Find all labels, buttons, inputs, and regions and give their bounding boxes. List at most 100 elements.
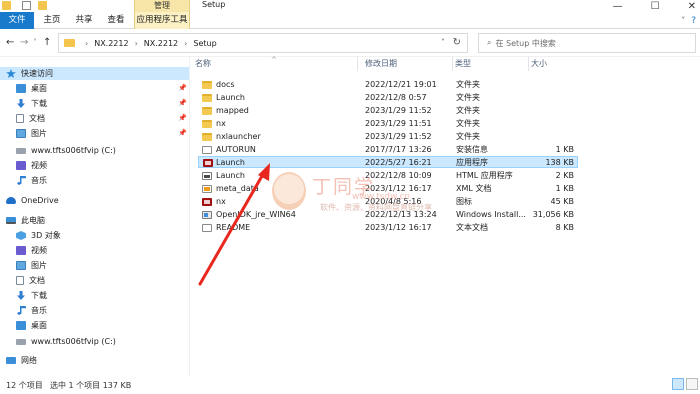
- file-row[interactable]: Launch 2022/12/8 0:57 文件夹: [198, 92, 578, 104]
- navigation-bar: ← → ˅ ↑ › NX.2212 › NX.2212 › Setup ˅ ↻ …: [0, 29, 700, 57]
- context-tab-manage[interactable]: 管理: [134, 0, 190, 12]
- sidebar-item-drive-c[interactable]: www.tfts006tfvip (C:): [16, 144, 116, 157]
- ribbon-right-controls: ˅ ?: [681, 12, 696, 29]
- file-name: nx: [216, 119, 226, 128]
- sidebar-item-music[interactable]: 音乐: [16, 174, 47, 187]
- maximize-icon[interactable]: ☐: [651, 1, 660, 12]
- network-icon: [6, 357, 16, 364]
- hta-icon: [202, 172, 212, 180]
- sidebar-item-documents[interactable]: 文档: [16, 112, 45, 125]
- file-name: AUTORUN: [216, 145, 256, 154]
- file-size: 8 KB: [555, 223, 574, 232]
- sidebar-item-desktop[interactable]: 桌面: [16, 82, 47, 95]
- column-header-type[interactable]: 类型: [453, 57, 529, 71]
- file-type: HTML 应用程序: [456, 171, 513, 180]
- file-row[interactable]: nxlauncher 2023/1/29 11:52 文件夹: [198, 131, 578, 143]
- file-type: 应用程序: [456, 158, 488, 167]
- file-row[interactable]: nx 2023/1/29 11:51 文件夹: [198, 118, 578, 130]
- tab-home[interactable]: 主页: [38, 12, 66, 29]
- sidebar-item-desktop[interactable]: 桌面: [16, 319, 47, 332]
- pin-icon[interactable]: 📌: [178, 99, 187, 107]
- music-icon: [17, 306, 26, 315]
- search-box[interactable]: ⌕ 在 Setup 中搜索: [478, 33, 696, 53]
- file-row[interactable]: AUTORUN 2017/7/17 13:26 安装信息 1 KB: [198, 144, 578, 156]
- details-view-icon[interactable]: [672, 378, 684, 390]
- breadcrumb-separator-icon[interactable]: ›: [85, 39, 88, 48]
- sidebar-item-label: 音乐: [31, 306, 47, 315]
- tab-share[interactable]: 共享: [70, 12, 98, 29]
- sidebar-item-downloads[interactable]: 下载: [16, 97, 47, 110]
- file-name: docs: [216, 80, 235, 89]
- sidebar-item-pictures[interactable]: 图片: [16, 259, 47, 272]
- download-icon: [17, 291, 25, 300]
- sidebar-item-downloads[interactable]: 下载: [16, 289, 47, 302]
- file-row[interactable]: docs 2022/12/21 19:01 文件夹: [198, 79, 578, 91]
- file-name: README: [216, 223, 251, 232]
- breadcrumb-item[interactable]: Setup: [193, 39, 216, 48]
- setup-info-icon: [202, 146, 212, 154]
- file-row-selected[interactable]: Launch 2022/5/27 16:21 应用程序 138 KB: [198, 156, 578, 168]
- minimize-icon[interactable]: —: [613, 1, 623, 12]
- file-size: 31,056 KB: [532, 210, 574, 219]
- new-folder-icon[interactable]: [38, 1, 47, 10]
- recent-locations-icon[interactable]: ˅: [33, 37, 37, 49]
- file-row[interactable]: README 2023/1/12 16:17 文本文档 8 KB: [198, 222, 578, 234]
- file-row[interactable]: meta_data 2023/1/12 16:17 XML 文档 1 KB: [198, 183, 578, 195]
- file-row[interactable]: mapped 2023/1/29 11:52 文件夹: [198, 105, 578, 117]
- view-switcher: [672, 378, 698, 390]
- column-header-size[interactable]: 大小: [529, 57, 575, 71]
- sidebar-item-music[interactable]: 音乐: [16, 304, 47, 317]
- sidebar-item-this-pc[interactable]: 此电脑: [6, 214, 45, 227]
- sidebar-item-label: 下载: [31, 291, 47, 300]
- file-modified: 2022/5/27 16:21: [365, 158, 432, 167]
- search-icon: ⌕: [487, 38, 492, 47]
- help-icon[interactable]: ?: [691, 16, 696, 26]
- sidebar-item-quick-access[interactable]: 快速访问: [0, 67, 189, 80]
- file-modified: 2023/1/29 11:52: [365, 132, 432, 141]
- sidebar-item-3d-objects[interactable]: 3D 对象: [16, 229, 61, 242]
- properties-icon[interactable]: [22, 1, 31, 10]
- nx-app-icon: [203, 159, 213, 167]
- ribbon-expand-icon[interactable]: ˅: [681, 16, 685, 25]
- folder-icon: [202, 81, 212, 89]
- breadcrumb-separator-icon[interactable]: ›: [184, 39, 187, 48]
- tab-file[interactable]: 文件: [0, 12, 34, 29]
- back-icon[interactable]: ←: [6, 37, 14, 49]
- pin-icon[interactable]: 📌: [178, 129, 187, 137]
- sidebar-item-videos[interactable]: 视频: [16, 159, 47, 172]
- large-icons-view-icon[interactable]: [686, 378, 698, 390]
- tab-application-tools[interactable]: 应用程序工具: [134, 12, 190, 29]
- close-icon[interactable]: ✕: [688, 1, 696, 12]
- address-bar[interactable]: › NX.2212 › NX.2212 › Setup ˅ ↻: [58, 33, 468, 53]
- search-input[interactable]: 在 Setup 中搜索: [495, 38, 555, 49]
- sidebar-item-network[interactable]: 网络: [6, 354, 37, 367]
- pin-icon[interactable]: 📌: [178, 114, 187, 122]
- up-icon[interactable]: ↑: [43, 37, 51, 49]
- column-header-modified[interactable]: 修改日期: [363, 57, 453, 71]
- tab-view[interactable]: 查看: [102, 12, 130, 29]
- sidebar-item-label: 文档: [29, 276, 45, 285]
- sidebar-item-drive-c[interactable]: www.tfts006tfvip (C:): [16, 335, 116, 348]
- desktop-icon: [16, 84, 26, 93]
- breadcrumb-item[interactable]: NX.2212: [94, 39, 128, 48]
- download-icon: [17, 99, 25, 108]
- breadcrumb-item[interactable]: NX.2212: [144, 39, 178, 48]
- forward-icon[interactable]: →: [20, 37, 28, 49]
- folder-icon: [202, 120, 212, 128]
- sidebar-item-pictures[interactable]: 图片: [16, 127, 47, 140]
- sidebar-item-label: 视频: [31, 246, 47, 255]
- column-header-name[interactable]: 名称: [193, 57, 358, 71]
- sidebar-item-videos[interactable]: 视频: [16, 244, 47, 257]
- file-row[interactable]: OpenJDK_jre_WIN64 2022/12/13 13:24 Windo…: [198, 209, 578, 221]
- sidebar-item-documents[interactable]: 文档: [16, 274, 45, 287]
- file-row[interactable]: nx 2020/4/8 5:16 图标 45 KB: [198, 196, 578, 208]
- file-row[interactable]: Launch 2022/12/8 10:09 HTML 应用程序 2 KB: [198, 170, 578, 182]
- sidebar-item-onedrive[interactable]: OneDrive: [6, 194, 59, 207]
- file-size: 45 KB: [550, 197, 574, 206]
- file-name: Launch: [216, 171, 245, 180]
- refresh-icon[interactable]: ↻: [453, 37, 461, 48]
- address-dropdown-icon[interactable]: ˅: [441, 38, 445, 47]
- pin-icon[interactable]: 📌: [178, 84, 187, 92]
- breadcrumb-separator-icon[interactable]: ›: [135, 39, 138, 48]
- file-type: 文件夹: [456, 132, 480, 141]
